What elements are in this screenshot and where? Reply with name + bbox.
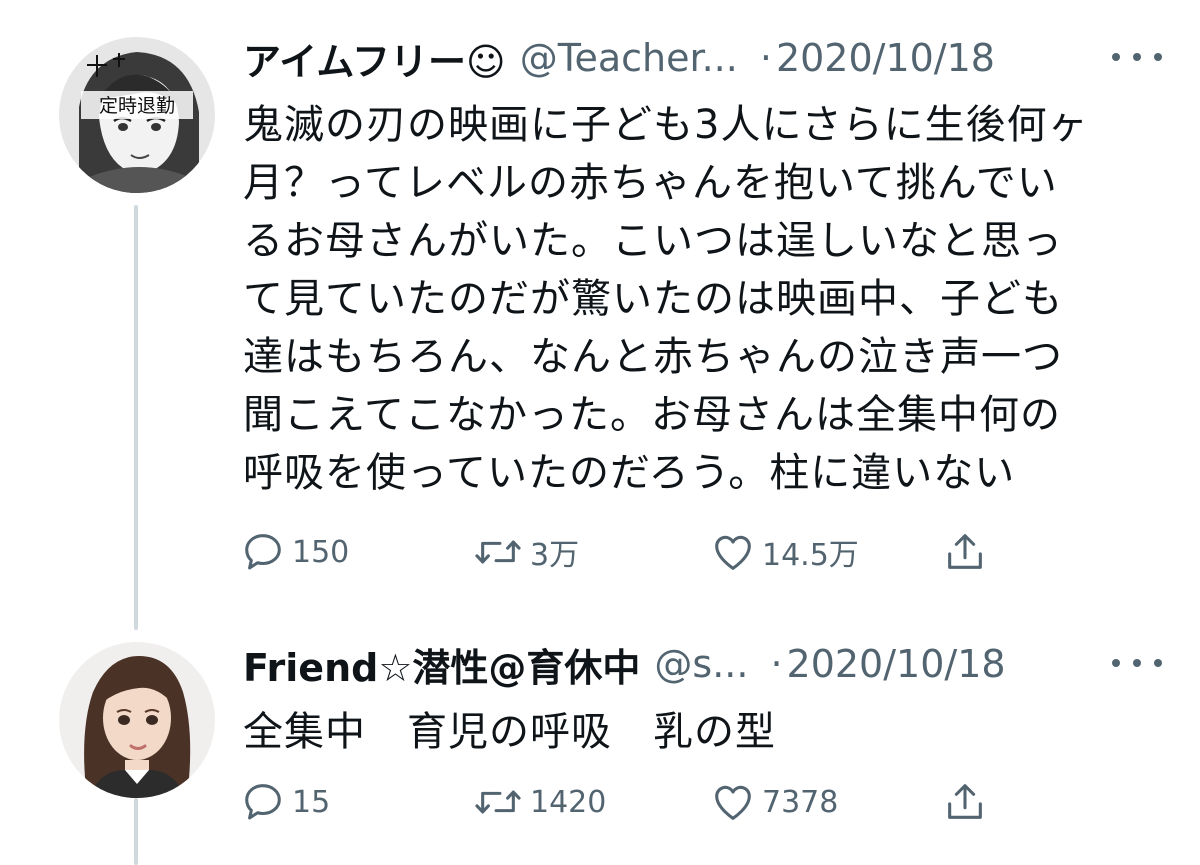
tweet-text: 全集中 育児の呼吸 乳の型 xyxy=(243,709,776,755)
tweet[interactable]: 定時退勤 アイムフリー☺︎ @Teacher... · 2020/10/18 鬼… xyxy=(0,0,1200,630)
retweet-arrows-icon xyxy=(475,790,521,814)
three-dots-icon[interactable] xyxy=(1112,648,1162,678)
tweet-header: Friend☆潜性@育休中 @s... · 2020/10/18 xyxy=(243,634,1168,694)
thread-line xyxy=(134,798,138,865)
speech-bubble-icon xyxy=(245,784,281,820)
tweet[interactable]: Friend☆潜性@育休中 @s... · 2020/10/18 全集中 育児の… xyxy=(0,630,1200,865)
reply-count: 15 xyxy=(292,784,331,820)
user-handle[interactable]: @s... xyxy=(654,642,748,686)
tweet-actions: 15 1420 7378 xyxy=(240,772,1000,832)
reply-button[interactable]: 15 xyxy=(240,772,330,832)
retweet-button[interactable]: 3万 xyxy=(472,522,579,582)
tweet-date[interactable]: 2020/10/18 xyxy=(776,36,995,80)
like-button[interactable]: 14.5万 xyxy=(710,522,859,582)
retweet-count: 3万 xyxy=(530,538,580,573)
tweet-header: アイムフリー☺︎ @Teacher... · 2020/10/18 xyxy=(243,28,1168,88)
heart-icon xyxy=(715,535,751,570)
share-upload-icon xyxy=(948,534,982,569)
retweet-button[interactable]: 1420 xyxy=(472,772,606,832)
display-name[interactable]: アイムフリー☺︎ xyxy=(243,31,506,86)
share-upload-icon xyxy=(948,784,982,819)
retweet-count: 1420 xyxy=(530,784,607,820)
like-count: 14.5万 xyxy=(762,538,859,573)
user-handle[interactable]: @Teacher... xyxy=(520,36,738,80)
heart-icon xyxy=(715,785,751,820)
three-dots-icon[interactable] xyxy=(1112,42,1162,72)
reply-count: 150 xyxy=(292,534,350,570)
separator-dot: · xyxy=(770,642,783,686)
avatar-caption: 定時退勤 xyxy=(99,95,175,117)
separator-dot: · xyxy=(759,36,772,80)
share-button[interactable] xyxy=(942,522,988,582)
tweet-actions: 150 3万 14.5万 xyxy=(240,522,1000,582)
like-count: 7378 xyxy=(762,784,839,820)
speech-bubble-icon xyxy=(245,534,281,570)
retweet-arrows-icon xyxy=(475,540,521,564)
tweet-date[interactable]: 2020/10/18 xyxy=(787,642,1006,686)
tweet-text: 鬼滅の刃の映画に子ども3人にさらに生後何ヶ 月？ってレベルの赤ちゃんを抱いて挑ん… xyxy=(243,102,1089,496)
share-button[interactable] xyxy=(942,772,988,832)
thread-line xyxy=(134,205,138,630)
display-name[interactable]: Friend☆潜性@育休中 xyxy=(243,637,640,692)
reply-button[interactable]: 150 xyxy=(240,522,349,582)
avatar[interactable]: 定時退勤 xyxy=(59,37,215,193)
avatar[interactable] xyxy=(59,642,215,798)
like-button[interactable]: 7378 xyxy=(710,772,838,832)
